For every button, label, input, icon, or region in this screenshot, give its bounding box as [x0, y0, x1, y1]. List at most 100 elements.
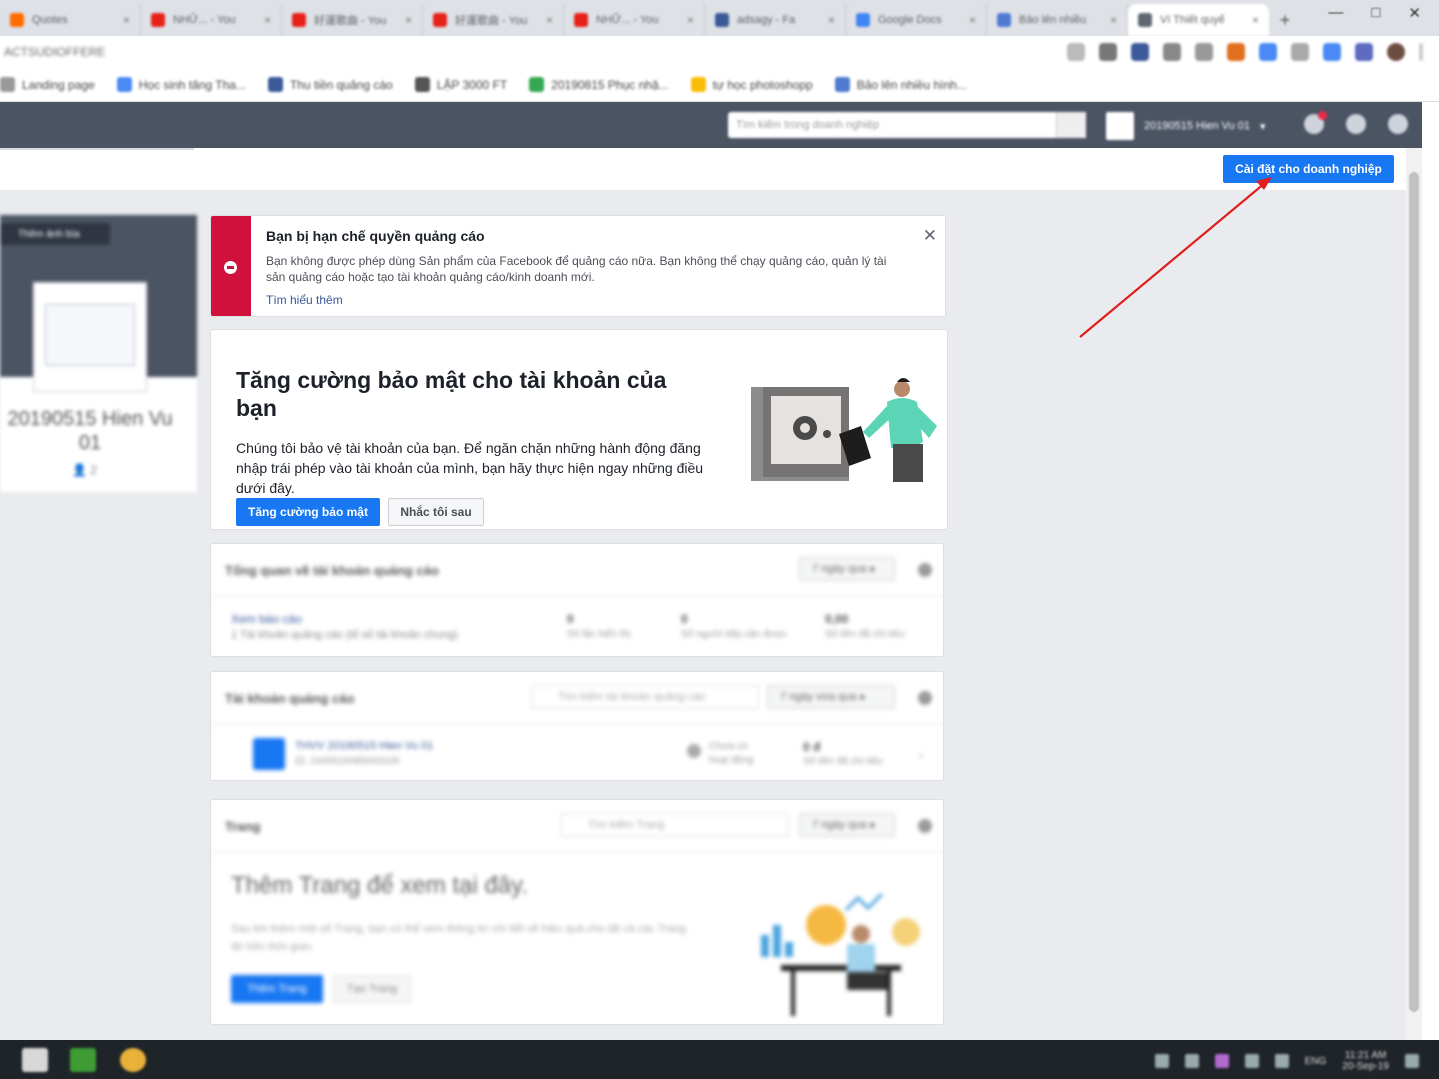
stat-label: Số tiền đã chi tiêu: [825, 629, 905, 640]
extension-icon[interactable]: [1099, 43, 1117, 61]
pages-filter-select[interactable]: 7 ngày qua ▾: [799, 813, 895, 837]
gear-icon[interactable]: [918, 563, 932, 577]
extension-icon[interactable]: [1291, 43, 1309, 61]
profile-picture[interactable]: [34, 283, 146, 391]
tab-favicon-icon: [715, 13, 729, 27]
app-icon[interactable]: [70, 1048, 96, 1072]
tab-close-icon[interactable]: ×: [828, 13, 835, 27]
browser-tab[interactable]: adsagy - Fa ×: [705, 4, 846, 36]
help-icon[interactable]: [1346, 114, 1366, 134]
tab-close-icon[interactable]: ×: [264, 13, 271, 27]
bookmark-favicon-icon: [834, 77, 850, 92]
pages-search-input[interactable]: Tìm kiếm Trang: [561, 813, 789, 837]
security-illustration: [751, 378, 937, 482]
tab-close-icon[interactable]: ×: [1110, 13, 1117, 27]
chrome-icon[interactable]: [120, 1048, 146, 1072]
extension-icon[interactable]: [1355, 43, 1373, 61]
extension-icon[interactable]: [1259, 43, 1277, 61]
browser-tab[interactable]: Quotes ×: [0, 4, 141, 36]
volume-icon[interactable]: [1274, 1054, 1289, 1068]
illus-desk-leg: [791, 971, 795, 1016]
browser-tab[interactable]: Bảo lên nhiều ×: [987, 4, 1128, 36]
bookmark-label: Bảo lên nhiều hình...: [856, 77, 967, 92]
overview-period-select[interactable]: 7 ngày qua ▾: [799, 557, 895, 581]
bookmark-item[interactable]: Landing page: [0, 77, 95, 92]
close-icon[interactable]: ✕: [923, 226, 937, 246]
increase-security-button[interactable]: Tăng cường bảo mật: [236, 498, 380, 526]
safe-lock-icon: [823, 430, 831, 438]
security-body: Chúng tôi bảo vệ tài khoản của bạn. Để n…: [236, 440, 704, 496]
minimize-icon[interactable]: —: [1328, 4, 1343, 22]
ad-account-name[interactable]: THVV 20190515 Hien Vu 01: [295, 740, 433, 752]
account-name: 20190515 Hien Vu 01: [1144, 120, 1251, 132]
extension-icon[interactable]: [1195, 43, 1213, 61]
browser-tab[interactable]: 好運歌曲 - You ×: [423, 4, 564, 36]
tab-label: Google Docs: [878, 14, 942, 26]
star-icon[interactable]: [1067, 43, 1085, 61]
bookmark-label: Học sinh tăng Tha...: [138, 77, 246, 92]
business-name: 20190515 Hien Vu 01: [7, 408, 173, 454]
address-bar[interactable]: ACTSUDIOFFERE: [0, 36, 1439, 68]
business-search-input[interactable]: Tìm kiếm trong doanh nghiệp: [728, 112, 1086, 138]
more-menu-icon[interactable]: [1419, 43, 1423, 61]
tab-favicon-icon: [292, 13, 306, 27]
browser-tab-bar: Quotes × NHỮ... - You × 好運歌曲 - You × 好運歌曲 - Yo…: [0, 0, 1439, 36]
bookmark-item[interactable]: Thu tiền quảng cáo: [267, 77, 393, 92]
browser-tab[interactable]: 好運歌曲 - You ×: [282, 4, 423, 36]
chevron-right-icon[interactable]: ›: [919, 748, 923, 762]
maximize-icon[interactable]: □: [1371, 4, 1380, 22]
bookmark-item[interactable]: Học sinh tăng Tha...: [116, 77, 246, 92]
add-cover-button[interactable]: Thêm ảnh bìa: [0, 223, 110, 245]
extension-icon[interactable]: [1163, 43, 1181, 61]
tray-icon[interactable]: [1214, 1054, 1229, 1068]
profile-avatar[interactable]: [1387, 43, 1405, 61]
remind-later-button[interactable]: Nhắc tôi sau: [388, 498, 484, 526]
alert-title: Bạn bị hạn chế quyền quảng cáo: [266, 228, 485, 244]
browser-tab[interactable]: NHỮ... - You ×: [141, 4, 282, 36]
tray-icon[interactable]: [1154, 1054, 1169, 1068]
bookmark-item[interactable]: Bảo lên nhiều hình...: [834, 77, 967, 92]
browser-tab[interactable]: Ví Thiết quyế ×: [1128, 4, 1269, 36]
tab-close-icon[interactable]: ×: [969, 13, 976, 27]
clock[interactable]: 11:21 AM 20-Sep-19: [1342, 1050, 1389, 1072]
search-icon[interactable]: [1056, 112, 1086, 138]
add-page-button[interactable]: Thêm Trang: [231, 975, 323, 1003]
bookmark-item[interactable]: 20190815 Phục nhặ...: [529, 77, 669, 92]
pages-empty-body: Sau khi thêm một số Trang, bạn có thể xe…: [231, 923, 686, 953]
bookmark-item[interactable]: LẬP 3000 FT: [414, 77, 507, 92]
extension-icon[interactable]: [1323, 43, 1341, 61]
tab-close-icon[interactable]: ×: [1252, 13, 1259, 27]
tray-icon[interactable]: [1184, 1054, 1199, 1068]
extension-icon[interactable]: [1131, 43, 1149, 61]
url-text[interactable]: ACTSUDIOFFERE: [0, 45, 105, 59]
notifications-icon[interactable]: [1304, 111, 1327, 134]
view-report-link[interactable]: Xem báo cáo: [231, 612, 302, 626]
notifications-center-icon[interactable]: [1405, 1054, 1419, 1068]
create-page-button[interactable]: Tạo Trang: [333, 975, 411, 1003]
tab-close-icon[interactable]: ×: [687, 13, 694, 27]
tab-close-icon[interactable]: ×: [123, 13, 130, 27]
tab-close-icon[interactable]: ×: [405, 13, 412, 27]
tab-favicon-icon: [1138, 13, 1152, 27]
settings-icon[interactable]: [1388, 114, 1408, 134]
bookmark-item[interactable]: tự học photoshopp: [690, 77, 813, 92]
ad-account-spend-label: Số tiền đã chi tiêu: [803, 756, 883, 767]
ad-accounts-search-input[interactable]: Tìm kiếm tài khoản quảng cáo: [531, 685, 759, 709]
file-explorer-icon[interactable]: [22, 1048, 48, 1072]
close-window-icon[interactable]: ✕: [1408, 4, 1421, 22]
bookmark-label: tự học photoshopp: [712, 77, 813, 92]
ad-accounts-filter-select[interactable]: 7 ngày vừa qua ▾: [767, 685, 895, 709]
browser-tab[interactable]: Google Docs ×: [846, 4, 987, 36]
tab-close-icon[interactable]: ×: [546, 13, 553, 27]
wifi-icon[interactable]: [1244, 1054, 1259, 1068]
new-tab-icon[interactable]: +: [1269, 4, 1301, 36]
illus-bar: [761, 935, 769, 957]
language-indicator[interactable]: ENG: [1305, 1056, 1327, 1067]
extension-icon[interactable]: [1227, 43, 1245, 61]
browser-tab[interactable]: NHỮ... - You ×: [564, 4, 705, 36]
scrollbar-thumb[interactable]: [1409, 172, 1419, 1012]
gear-icon[interactable]: [918, 691, 932, 705]
account-switcher[interactable]: 20190515 Hien Vu 01 ▾: [1106, 112, 1266, 140]
gear-icon[interactable]: [918, 819, 932, 833]
learn-more-link[interactable]: Tìm hiểu thêm: [266, 293, 343, 307]
